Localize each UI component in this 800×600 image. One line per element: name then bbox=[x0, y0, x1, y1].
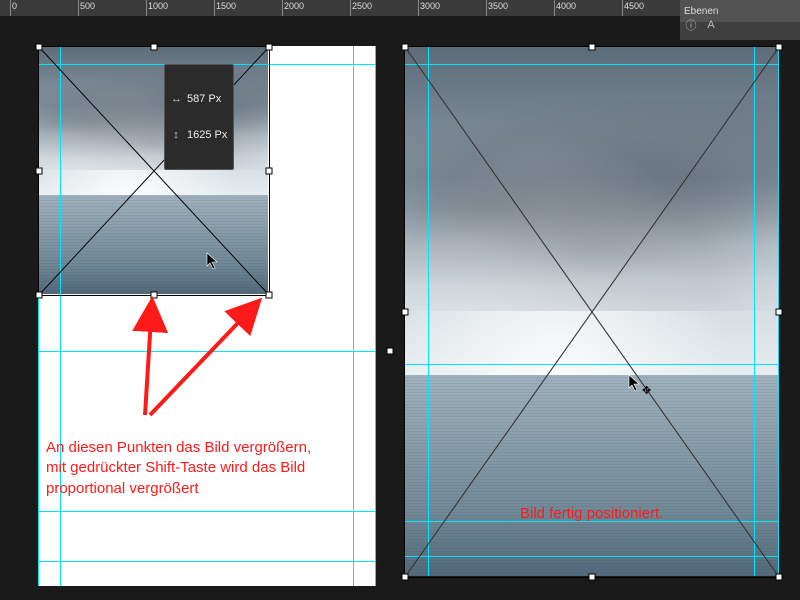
ruler-label: 4500 bbox=[624, 1, 644, 11]
transform-handle-e[interactable] bbox=[266, 168, 273, 175]
transform-handle-nw[interactable] bbox=[402, 44, 409, 51]
guide-vertical[interactable] bbox=[353, 46, 354, 586]
ruler-tick bbox=[146, 0, 147, 16]
guide-horizontal[interactable] bbox=[38, 511, 375, 512]
transform-handle-se[interactable] bbox=[776, 574, 783, 581]
annotation-left: An diesen Punkten das Bild vergrößern, m… bbox=[46, 438, 376, 499]
transform-handle-sw[interactable] bbox=[36, 292, 43, 299]
transform-handle-n[interactable] bbox=[151, 44, 158, 51]
ruler-label: 1500 bbox=[216, 1, 236, 11]
ruler-tick bbox=[214, 0, 215, 16]
ruler-label: 0 bbox=[12, 1, 17, 11]
height-value: 1625 Px bbox=[187, 129, 227, 141]
ruler-label: 3000 bbox=[420, 1, 440, 11]
cursor-arrow bbox=[206, 252, 220, 270]
text-icon[interactable]: A bbox=[704, 18, 718, 32]
transform-box-right[interactable] bbox=[404, 46, 780, 578]
workspace: ↔ 587 Px ↕ 1625 Px bbox=[0, 16, 800, 600]
ruler-label: 3500 bbox=[488, 1, 508, 11]
transform-handle-e[interactable] bbox=[387, 348, 394, 355]
height-icon: ↕ bbox=[171, 129, 181, 141]
ruler-tick bbox=[554, 0, 555, 16]
transform-handle-se[interactable] bbox=[266, 292, 273, 299]
transform-handle-nw[interactable] bbox=[36, 44, 43, 51]
transform-box-left[interactable] bbox=[38, 46, 270, 296]
transform-handle-ne[interactable] bbox=[776, 44, 783, 51]
guide-horizontal[interactable] bbox=[38, 561, 375, 562]
guide-horizontal[interactable] bbox=[38, 351, 375, 352]
transform-handle-w[interactable] bbox=[402, 309, 409, 316]
transform-diagonals bbox=[39, 47, 269, 295]
transform-handle-ne[interactable] bbox=[266, 44, 273, 51]
ruler-label: 4000 bbox=[556, 1, 576, 11]
transform-handle-s[interactable] bbox=[151, 292, 158, 299]
ruler-label: 2000 bbox=[284, 1, 304, 11]
transform-handle-w[interactable] bbox=[36, 168, 43, 175]
cursor-move: ✥ bbox=[628, 374, 642, 392]
transform-handle-e[interactable] bbox=[776, 309, 783, 316]
ruler-tick bbox=[282, 0, 283, 16]
width-icon: ↔ bbox=[171, 93, 181, 105]
guide-vertical[interactable] bbox=[375, 46, 376, 586]
annotation-right: Bild fertig positioniert. bbox=[520, 504, 663, 524]
ruler-label: 2500 bbox=[352, 1, 372, 11]
width-value: 587 Px bbox=[187, 93, 221, 105]
transform-handle-sw[interactable] bbox=[402, 574, 409, 581]
ruler-label: 500 bbox=[80, 1, 95, 11]
move-icon: ✥ bbox=[642, 384, 651, 397]
transform-handle-s[interactable] bbox=[589, 574, 596, 581]
ruler-tick bbox=[486, 0, 487, 16]
info-icon[interactable]: ⓘ bbox=[684, 18, 698, 32]
transform-dimensions-tooltip: ↔ 587 Px ↕ 1625 Px bbox=[164, 64, 234, 170]
ruler-tick bbox=[350, 0, 351, 16]
transform-handle-n[interactable] bbox=[589, 44, 596, 51]
panels-sidebar: Ebenen ⓘ A bbox=[680, 0, 800, 40]
ruler-tick bbox=[78, 0, 79, 16]
transform-diagonals bbox=[405, 47, 779, 577]
ruler-label: 1000 bbox=[148, 1, 168, 11]
panel-tab-layers[interactable]: Ebenen bbox=[684, 6, 718, 17]
ruler-tick bbox=[10, 0, 11, 16]
ruler-tick bbox=[418, 0, 419, 16]
ruler-tick bbox=[622, 0, 623, 16]
